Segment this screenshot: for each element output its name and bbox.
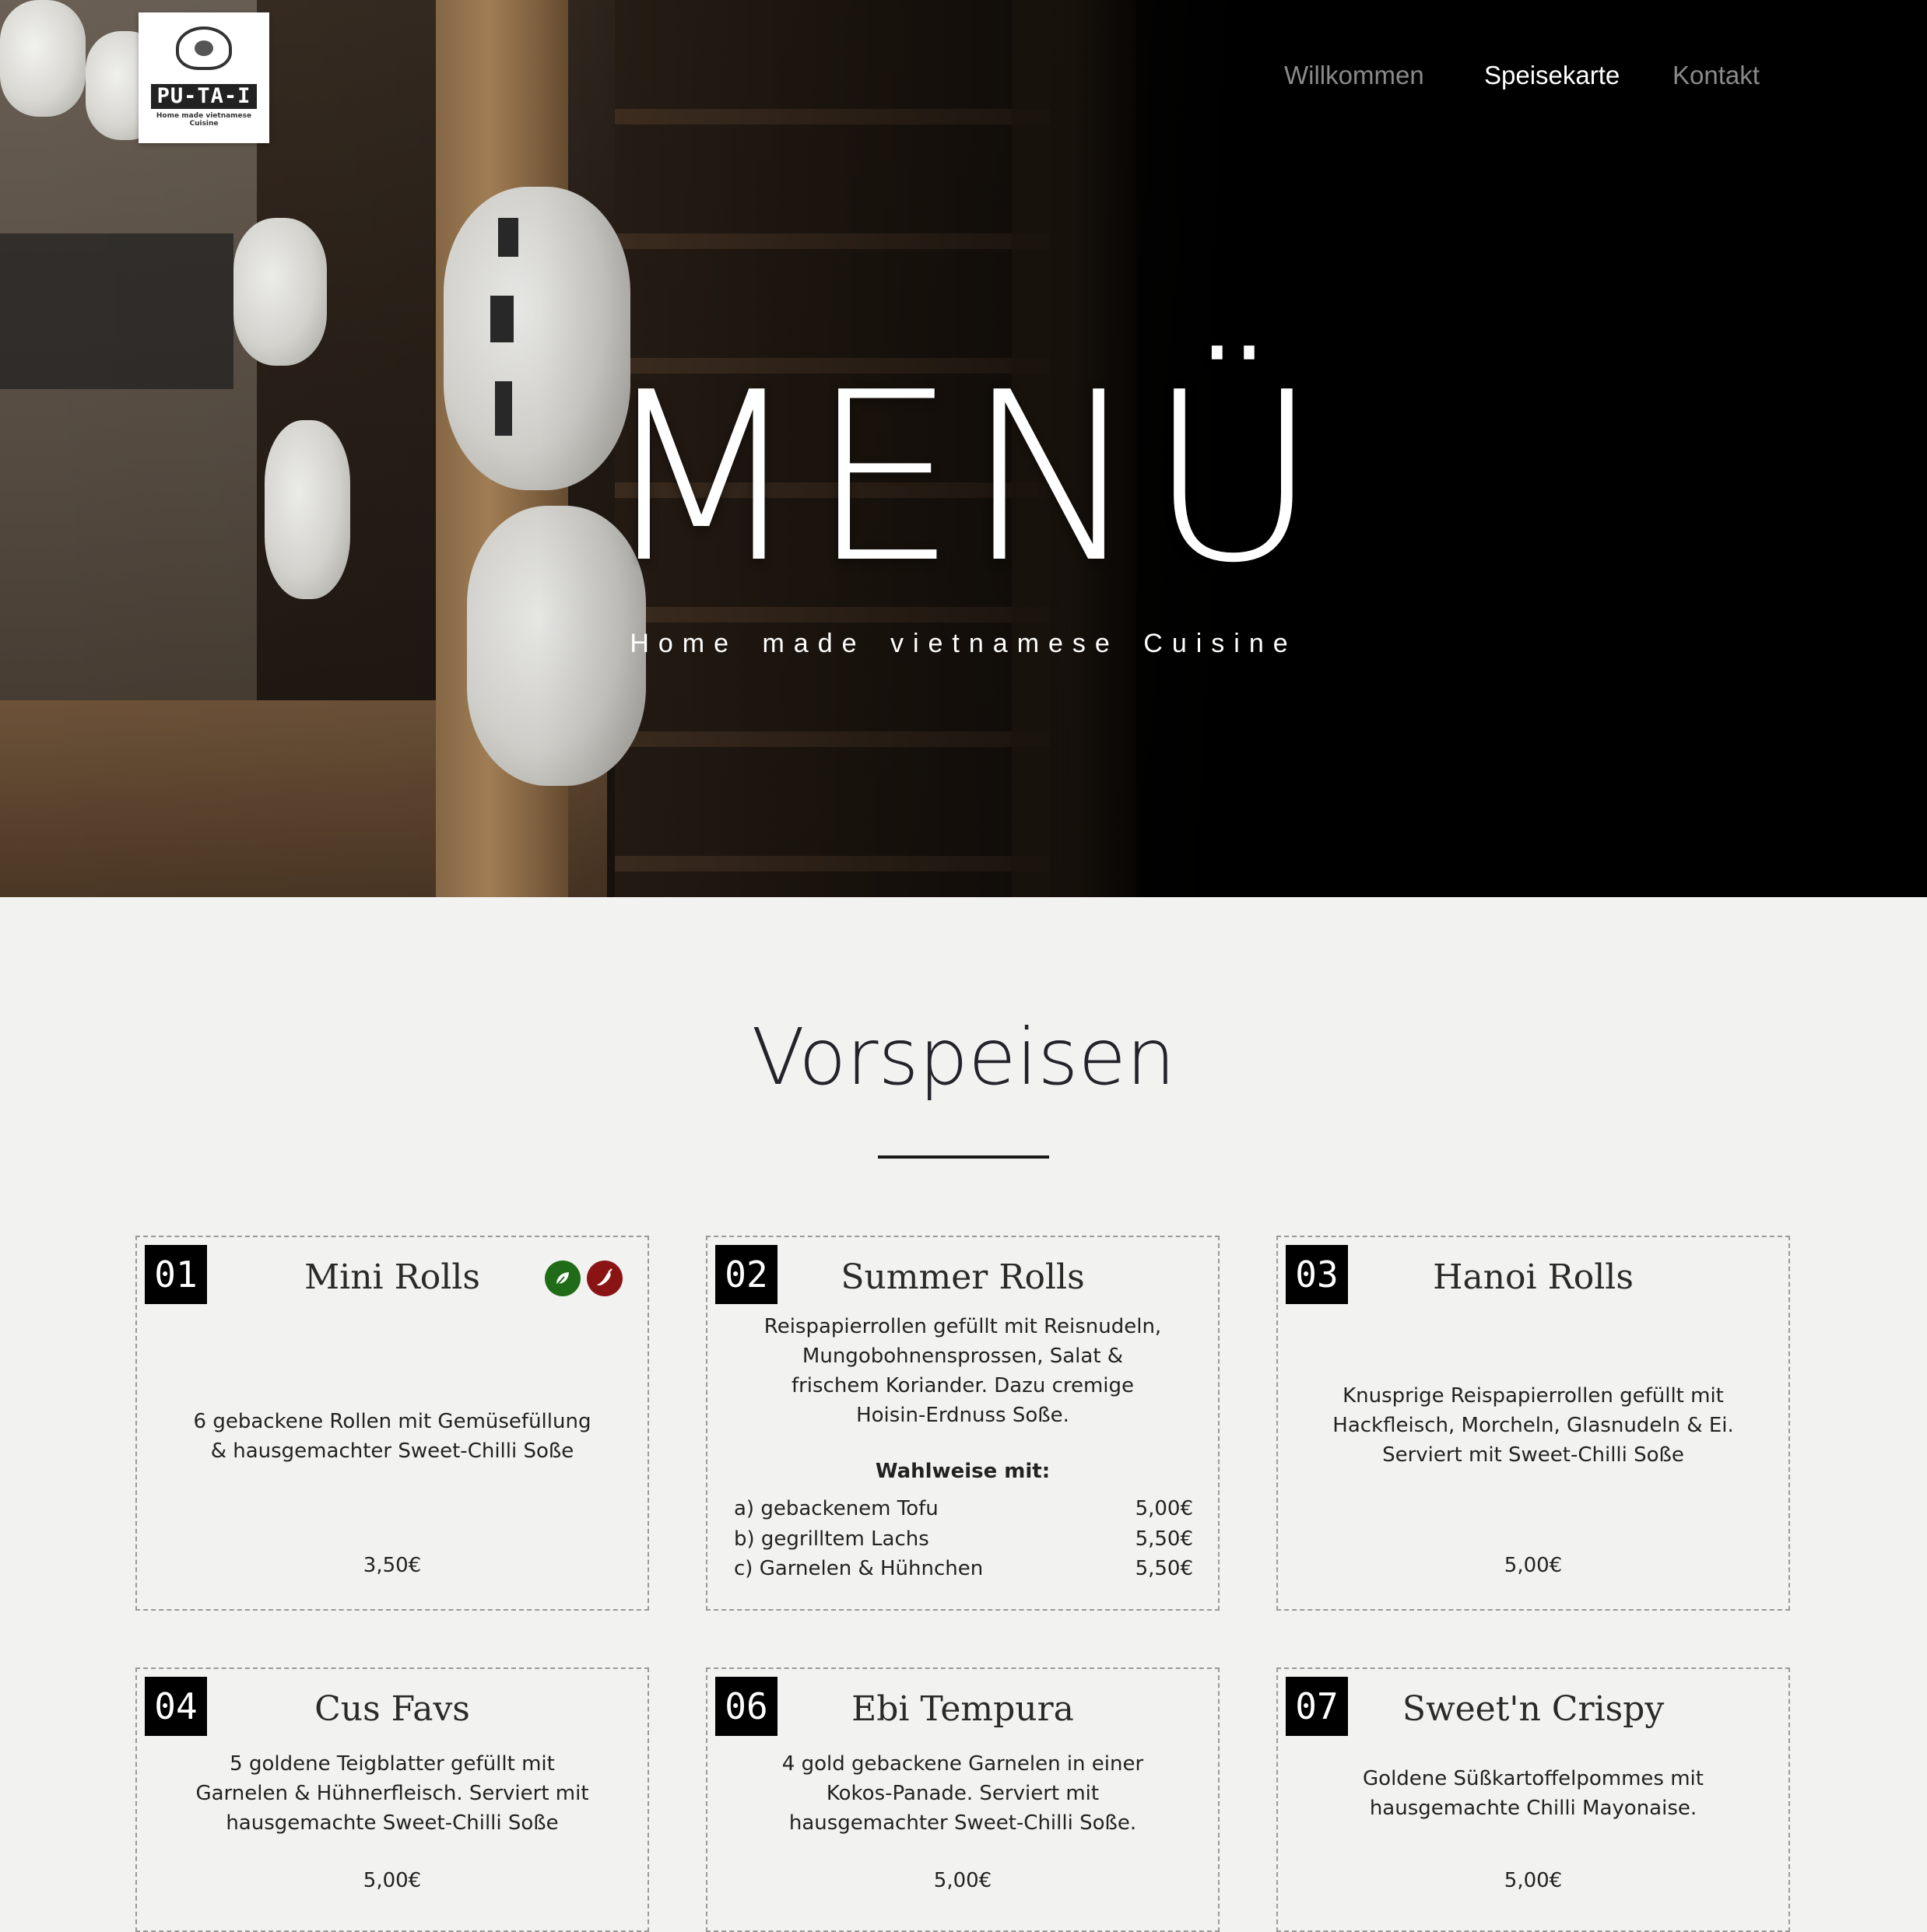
buddha-logo-icon xyxy=(176,26,232,70)
options-heading: Wahlweise mit: xyxy=(875,1460,1051,1483)
hero-subtitle: Home made vietnamese Cuisine xyxy=(630,629,1297,658)
item-price: 5,00€ xyxy=(1504,1869,1563,1892)
item-price: 5,00€ xyxy=(933,1869,992,1892)
option-label: b) gegrilltem Lachs xyxy=(734,1527,929,1551)
menu-card: 01 Mini Rolls 6 gebackene Rollen mit Gem… xyxy=(135,1236,649,1611)
nav-link-kontakt[interactable]: Kontakt xyxy=(1673,61,1760,90)
hero-title: MENÜ xyxy=(600,342,1327,614)
menu-card: 04 Cus Favs 5 goldene Teigblatter gefüll… xyxy=(135,1667,649,1932)
section-title: Vorspeisen xyxy=(751,1012,1176,1103)
option-price: 5,50€ xyxy=(1135,1527,1193,1551)
vegetarian-leaf-icon xyxy=(545,1261,581,1296)
nav-link-willkommen[interactable]: Willkommen xyxy=(1284,61,1424,90)
item-name: Summer Rolls xyxy=(841,1257,1085,1297)
menu-card: 02 Summer Rolls Reispapierrollen gefüllt… xyxy=(706,1236,1220,1611)
item-description: Knusprige Reispapierrollen gefüllt mit H… xyxy=(1332,1384,1734,1467)
nav-link-speisekarte[interactable]: Speisekarte xyxy=(1484,61,1620,90)
option-label: a) gebackenem Tofu xyxy=(734,1497,939,1520)
item-name: Hanoi Rolls xyxy=(1433,1257,1634,1297)
item-price: 5,00€ xyxy=(1504,1554,1563,1577)
item-description: 5 goldene Teigblatter gefüllt mit Garnel… xyxy=(195,1752,589,1835)
option-row: b) gegrilltem Lachs 5,50€ xyxy=(734,1527,1193,1551)
option-label: c) Garnelen & Hühnchen xyxy=(734,1557,984,1580)
restaurant-logo[interactable]: PU-TA-I Home made vietnamese Cuisine xyxy=(139,12,269,143)
item-description: 6 gebackene Rollen mit Gemüsefüllung & h… xyxy=(193,1410,591,1463)
item-description: Reispapierrollen gefüllt mit Reisnudeln,… xyxy=(763,1315,1162,1427)
menu-card: 03 Hanoi Rolls Knusprige Reispapierrolle… xyxy=(1276,1236,1790,1611)
item-name: Sweet'n Crispy xyxy=(1402,1689,1665,1729)
item-price: 3,50€ xyxy=(363,1554,422,1577)
option-row: c) Garnelen & Hühnchen 5,50€ xyxy=(734,1557,1193,1580)
chili-icon xyxy=(587,1261,623,1296)
item-name: Ebi Tempura xyxy=(851,1689,1074,1729)
logo-tagline: Home made vietnamese Cuisine xyxy=(156,112,252,128)
item-description: 4 gold gebackene Garnelen in einer Kokos… xyxy=(781,1752,1144,1835)
option-price: 5,50€ xyxy=(1135,1557,1193,1580)
option-row: a) gebackenem Tofu 5,00€ xyxy=(734,1497,1193,1520)
section-divider xyxy=(878,1155,1049,1159)
item-price: 5,00€ xyxy=(363,1869,422,1892)
item-description: Goldene Süßkartoffelpommes mit hausgemac… xyxy=(1363,1767,1704,1820)
option-price: 5,00€ xyxy=(1135,1497,1193,1520)
menu-card: 07 Sweet'n Crispy Goldene Süßkartoffelpo… xyxy=(1276,1667,1790,1932)
menu-card: 06 Ebi Tempura 4 gold gebackene Garnelen… xyxy=(706,1667,1220,1932)
item-name: Cus Favs xyxy=(314,1689,470,1729)
hero-banner: PU-TA-I Home made vietnamese Cuisine Wil… xyxy=(0,0,1927,897)
logo-brand-text: PU-TA-I xyxy=(151,84,257,109)
